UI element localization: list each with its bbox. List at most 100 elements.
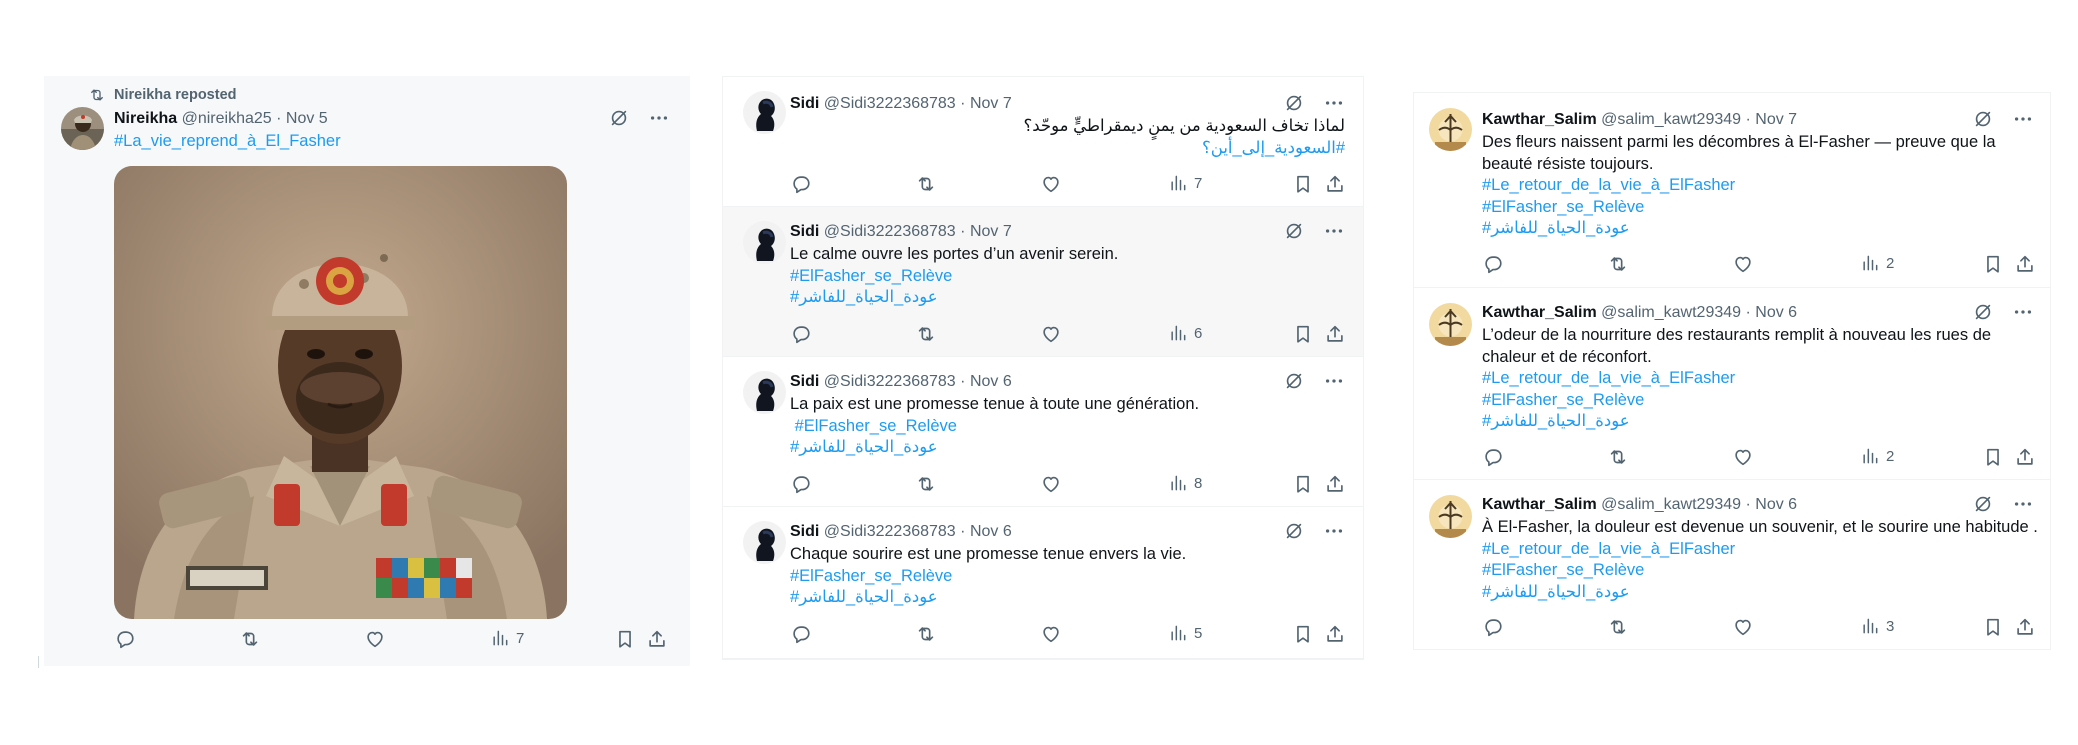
tweet-date[interactable]: Nov 7 (970, 223, 1012, 240)
hashtag-link[interactable]: #Le_retour_de_la_vie_à_ElFasher (1482, 539, 2034, 561)
tweet-date[interactable]: Nov 6 (1755, 304, 1797, 321)
grok-icon[interactable] (1972, 301, 1994, 323)
tweet-card[interactable]: Sidi @Sidi3222368783 · Nov 6 La paix est… (723, 357, 1363, 507)
more-options-icon[interactable] (1323, 220, 1345, 242)
hashtag-link[interactable]: #ElFasher_se_Relève (1482, 390, 2034, 412)
reply-button[interactable] (790, 173, 812, 195)
display-name[interactable]: Sidi (790, 95, 819, 112)
repost-button[interactable] (1607, 616, 1629, 638)
repost-button[interactable] (915, 323, 937, 345)
reply-button[interactable] (790, 473, 812, 495)
bookmark-button[interactable] (1292, 623, 1314, 645)
avatar[interactable] (1429, 495, 1472, 538)
tweet-date[interactable]: Nov 7 (1755, 111, 1797, 128)
more-options-icon[interactable] (1323, 520, 1345, 542)
like-button[interactable] (1040, 623, 1062, 645)
like-button[interactable] (1732, 446, 1754, 468)
hashtag-link[interactable]: #ElFasher_se_Relève (790, 566, 1345, 588)
repost-button[interactable] (1607, 446, 1629, 468)
bookmark-button[interactable] (1292, 323, 1314, 345)
share-button[interactable] (1324, 173, 1346, 195)
hashtag-link[interactable]: #عودة_الحياة_للفاشر (790, 587, 1345, 609)
handle[interactable]: @nireikha25 (182, 110, 272, 127)
grok-icon[interactable] (1283, 92, 1305, 114)
repost-button[interactable] (915, 173, 937, 195)
hashtag-link[interactable]: #ElFasher_se_Relève (1482, 560, 2034, 582)
hashtag-link[interactable]: #عودة_الحياة_للفاشر (1482, 582, 2034, 604)
share-button[interactable] (2014, 446, 2036, 468)
display-name[interactable]: Kawthar_Salim (1482, 496, 1597, 513)
tweet-card[interactable]: Kawthar_Salim @salim_kawt29349 · Nov 7 D… (1414, 93, 2050, 288)
repost-button[interactable] (239, 628, 261, 650)
views-button[interactable]: 7 (1168, 173, 1202, 193)
views-button[interactable]: 5 (1168, 623, 1202, 643)
handle[interactable]: @Sidi3222368783 (824, 223, 956, 240)
handle[interactable]: @Sidi3222368783 (824, 373, 956, 390)
bookmark-button[interactable] (614, 628, 636, 650)
display-name[interactable]: Sidi (790, 373, 819, 390)
views-button[interactable]: 3 (1860, 616, 1894, 636)
display-name[interactable]: Sidi (790, 523, 819, 540)
avatar[interactable] (1429, 108, 1472, 151)
share-button[interactable] (1324, 323, 1346, 345)
display-name[interactable]: Kawthar_Salim (1482, 111, 1597, 128)
bookmark-button[interactable] (1292, 473, 1314, 495)
display-name[interactable]: Nireikha (114, 110, 177, 127)
more-options-icon[interactable] (648, 107, 670, 129)
tweet-date[interactable]: Nov 6 (1755, 496, 1797, 513)
reply-button[interactable] (114, 628, 136, 650)
hashtag-link[interactable]: #عودة_الحياة_للفاشر (1482, 411, 2034, 433)
hashtag-link[interactable]: #La_vie_reprend_à_El_Fasher (114, 131, 341, 153)
avatar[interactable] (1429, 303, 1472, 346)
repost-button[interactable] (915, 623, 937, 645)
share-button[interactable] (1324, 623, 1346, 645)
more-options-icon[interactable] (1323, 370, 1345, 392)
hashtag-link[interactable]: #عودة_الحياة_للفاشر (790, 287, 1345, 309)
grok-icon[interactable] (1972, 108, 1994, 130)
display-name[interactable]: Sidi (790, 223, 819, 240)
tweet-date[interactable]: Nov 7 (970, 95, 1012, 112)
hashtag-link[interactable]: #عودة_الحياة_للفاشر (1482, 218, 2034, 240)
more-options-icon[interactable] (2012, 493, 2034, 515)
hashtag-link[interactable]: #ElFasher_se_Relève (790, 266, 1345, 288)
avatar[interactable] (61, 107, 104, 150)
views-button[interactable]: 2 (1860, 446, 1894, 466)
share-button[interactable] (2014, 253, 2036, 275)
bookmark-button[interactable] (1982, 616, 2004, 638)
more-options-icon[interactable] (2012, 108, 2034, 130)
repost-button[interactable] (1607, 253, 1629, 275)
avatar[interactable] (743, 521, 786, 564)
like-button[interactable] (1040, 173, 1062, 195)
avatar[interactable] (743, 221, 786, 264)
hashtag-link[interactable]: #ElFasher_se_Relève (790, 416, 1345, 438)
like-button[interactable] (1040, 323, 1062, 345)
views-button[interactable]: 8 (1168, 473, 1202, 493)
repost-button[interactable] (915, 473, 937, 495)
display-name[interactable]: Kawthar_Salim (1482, 304, 1597, 321)
tweet-card[interactable]: Kawthar_Salim @salim_kawt29349 · Nov 6 À… (1414, 480, 2050, 650)
tweet-card[interactable]: Sidi @Sidi3222368783 · Nov 6 Chaque sour… (723, 507, 1363, 659)
avatar[interactable] (743, 371, 786, 414)
reply-button[interactable] (1482, 446, 1504, 468)
hashtag-link[interactable]: #ElFasher_se_Relève (1482, 197, 2034, 219)
handle[interactable]: @salim_kawt29349 (1601, 304, 1741, 321)
tweet-photo[interactable] (114, 166, 567, 619)
bookmark-button[interactable] (1982, 253, 2004, 275)
grok-icon[interactable] (608, 107, 630, 129)
views-button[interactable]: 6 (1168, 323, 1202, 343)
hashtag-link[interactable]: #عودة_الحياة_للفاشر (790, 437, 1345, 459)
repost-tweet-card[interactable]: Nireikha reposted Nireikha @nireikha25 ·… (44, 76, 690, 666)
like-button[interactable] (1040, 473, 1062, 495)
bookmark-button[interactable] (1292, 173, 1314, 195)
like-button[interactable] (1732, 616, 1754, 638)
like-button[interactable] (364, 628, 386, 650)
bookmark-button[interactable] (1982, 446, 2004, 468)
views-button[interactable]: 7 (490, 628, 524, 648)
share-button[interactable] (2014, 616, 2036, 638)
more-options-icon[interactable] (2012, 301, 2034, 323)
reply-button[interactable] (1482, 616, 1504, 638)
tweet-date[interactable]: Nov 5 (286, 110, 328, 127)
hashtag-link[interactable]: #السعودية_إلى_أين؟ (790, 138, 1345, 160)
views-button[interactable]: 2 (1860, 253, 1894, 273)
handle[interactable]: @Sidi3222368783 (824, 95, 956, 112)
